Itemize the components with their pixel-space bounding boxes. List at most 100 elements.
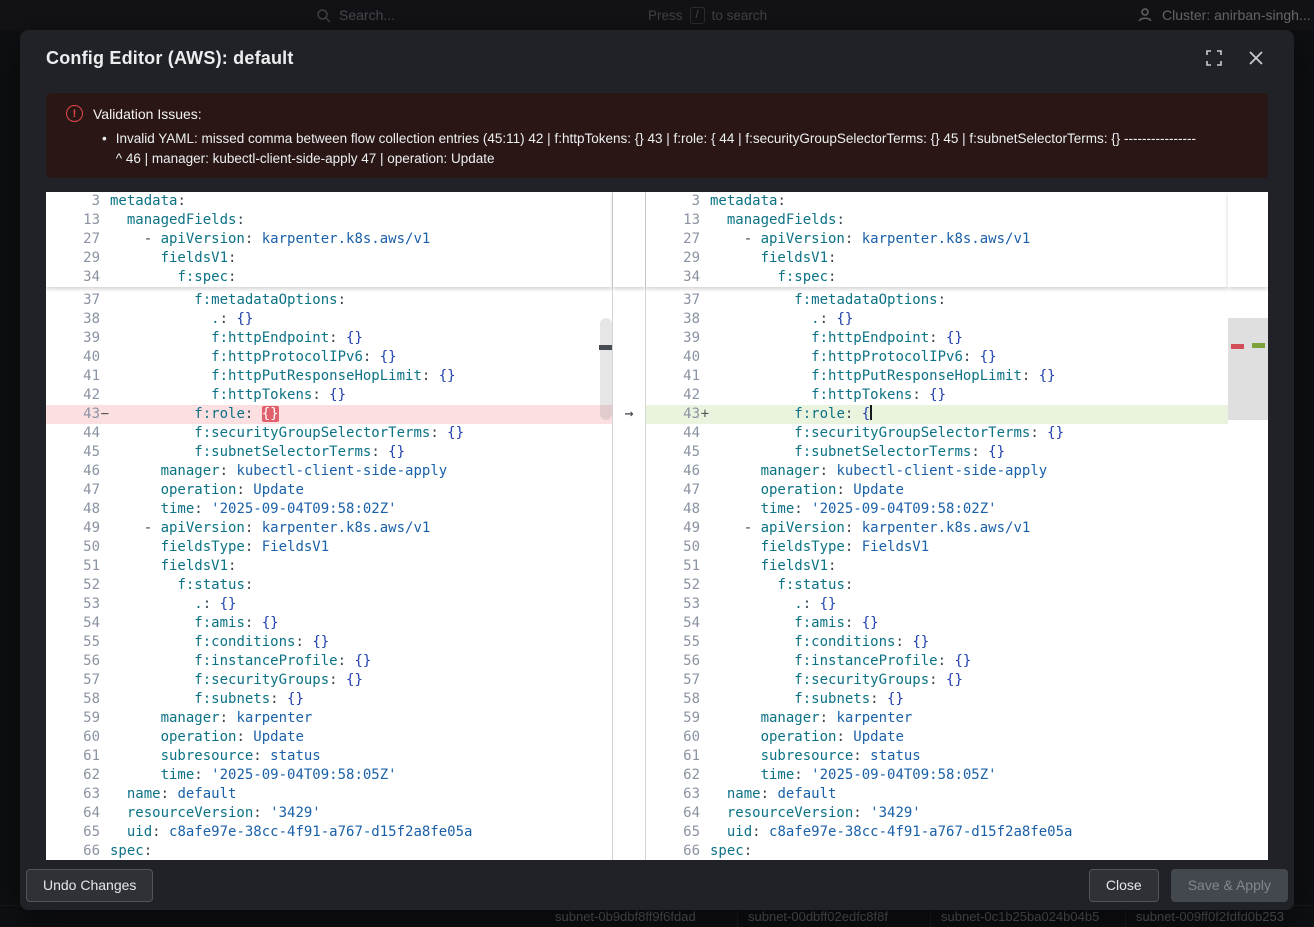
code-token: :	[777, 193, 785, 209]
code-token: :	[236, 212, 244, 228]
diff-marker	[700, 192, 710, 211]
code-line: 39 f:httpEndpoint: {}	[646, 329, 1228, 348]
code-line: 42 f:httpTokens: {}	[46, 386, 612, 405]
code-token	[110, 710, 161, 726]
code-line: 42 f:httpTokens: {}	[646, 386, 1228, 405]
undo-changes-button[interactable]: Undo Changes	[26, 869, 153, 902]
validation-message-line: Invalid YAML: missed comma between flow …	[116, 129, 1196, 149]
code-token: status	[270, 748, 321, 764]
code-line: 59 manager: karpenter	[646, 709, 1228, 728]
code-token: operation	[761, 482, 837, 498]
diff-marker	[100, 386, 110, 405]
code-token: :	[845, 615, 862, 631]
diff-pane-original[interactable]: 37 f:metadataOptions:38 .: {}39 f:httpEn…	[46, 192, 612, 860]
code-token	[110, 444, 194, 460]
code-token	[710, 463, 761, 479]
code-text: f:metadataOptions:	[110, 291, 346, 310]
code-token: fieldsType	[161, 539, 245, 555]
minimap-viewport[interactable]	[1228, 318, 1268, 420]
diff-marker: +	[700, 405, 710, 424]
close-button[interactable]: Close	[1089, 869, 1159, 902]
code-token: :	[371, 444, 388, 460]
close-modal-button[interactable]	[1244, 46, 1268, 70]
diff-marker	[700, 557, 710, 576]
code-token	[710, 269, 777, 285]
code-token	[710, 520, 744, 536]
copy-chunk-arrow[interactable]: →	[613, 404, 645, 423]
fullscreen-button[interactable]	[1202, 46, 1226, 70]
code-token	[710, 501, 761, 517]
code-line: 34 f:spec:	[46, 268, 612, 287]
code-token: :	[845, 231, 862, 247]
code-token: :	[853, 805, 870, 821]
diff-marker	[100, 211, 110, 230]
code-token	[110, 212, 127, 228]
code-token: f:securityGroupSelectorTerms	[794, 425, 1030, 441]
diff-marker	[700, 424, 710, 443]
line-number: 50	[646, 538, 700, 557]
code-token: :	[295, 634, 312, 650]
code-text: manager: kubectl-client-side-apply	[710, 462, 1047, 481]
error-icon: !	[66, 105, 83, 122]
code-token	[710, 558, 761, 574]
code-token: {}	[312, 634, 329, 650]
code-line: 46 manager: kubectl-client-side-apply	[46, 462, 612, 481]
code-token: f:conditions	[194, 634, 295, 650]
code-line: 50 fieldsType: FieldsV1	[646, 538, 1228, 557]
code-text: resourceVersion: '3429'	[110, 804, 321, 823]
left-scrollbar[interactable]	[599, 192, 612, 860]
code-token	[110, 292, 194, 308]
diff-marker	[700, 519, 710, 538]
code-token: :	[828, 269, 836, 285]
code-token: kubectl-client-side-apply	[836, 463, 1047, 479]
diff-marker	[700, 785, 710, 804]
diff-marker	[700, 443, 710, 462]
code-token: {}	[346, 330, 363, 346]
line-number: 51	[46, 557, 100, 576]
diff-marker	[700, 804, 710, 823]
save-apply-button[interactable]: Save & Apply	[1171, 869, 1288, 902]
code-token	[710, 824, 727, 840]
code-line: 61 subresource: status	[46, 747, 612, 766]
line-number: 51	[646, 557, 700, 576]
code-token: f:httpEndpoint	[211, 330, 329, 346]
line-number: 54	[46, 614, 100, 633]
code-token	[710, 539, 761, 555]
code-token: f:amis	[794, 615, 845, 631]
code-token: :	[794, 767, 811, 783]
code-token: :	[752, 824, 769, 840]
code-token: :	[1030, 425, 1047, 441]
scrollbar-thumb[interactable]	[600, 318, 612, 420]
code-token: :	[152, 824, 169, 840]
code-token	[710, 212, 727, 228]
code-text: f:instanceProfile: {}	[110, 652, 371, 671]
code-text: uid: c8afe97e-38cc-4f91-a767-d15f2a8fe05…	[710, 823, 1072, 842]
diff-pane-modified[interactable]: 37 f:metadataOptions:38 .: {}39 f:httpEn…	[646, 192, 1228, 860]
code-text: fieldsV1:	[710, 557, 836, 576]
code-token	[110, 805, 127, 821]
diff-marker	[700, 633, 710, 652]
code-text: f:subnetSelectorTerms: {}	[110, 443, 405, 462]
code-token: :	[971, 444, 988, 460]
code-token: f:subnets	[194, 691, 270, 707]
code-text: fieldsV1:	[710, 249, 836, 268]
line-number: 27	[46, 230, 100, 249]
minimap[interactable]	[1228, 192, 1268, 860]
code-token: c8afe97e-38cc-4f91-a767-d15f2a8fe05a	[769, 824, 1072, 840]
code-token: :	[338, 653, 355, 669]
code-text: spec:	[710, 842, 752, 860]
code-line: 39 f:httpEndpoint: {}	[46, 329, 612, 348]
code-line: 54 f:amis: {}	[46, 614, 612, 633]
code-line: 51 fieldsV1:	[646, 557, 1228, 576]
modal-header: Config Editor (AWS): default	[46, 38, 1268, 78]
line-number: 66	[646, 842, 700, 860]
diff-marker	[700, 595, 710, 614]
line-number: 39	[46, 329, 100, 348]
line-number: 42	[646, 386, 700, 405]
code-line: 57 f:securityGroups: {}	[646, 671, 1228, 690]
code-token: :	[836, 212, 844, 228]
diff-marker	[700, 329, 710, 348]
code-line: 27 - apiVersion: karpenter.k8s.aws/v1	[46, 230, 612, 249]
diff-marker	[700, 249, 710, 268]
diff-marker	[700, 367, 710, 386]
